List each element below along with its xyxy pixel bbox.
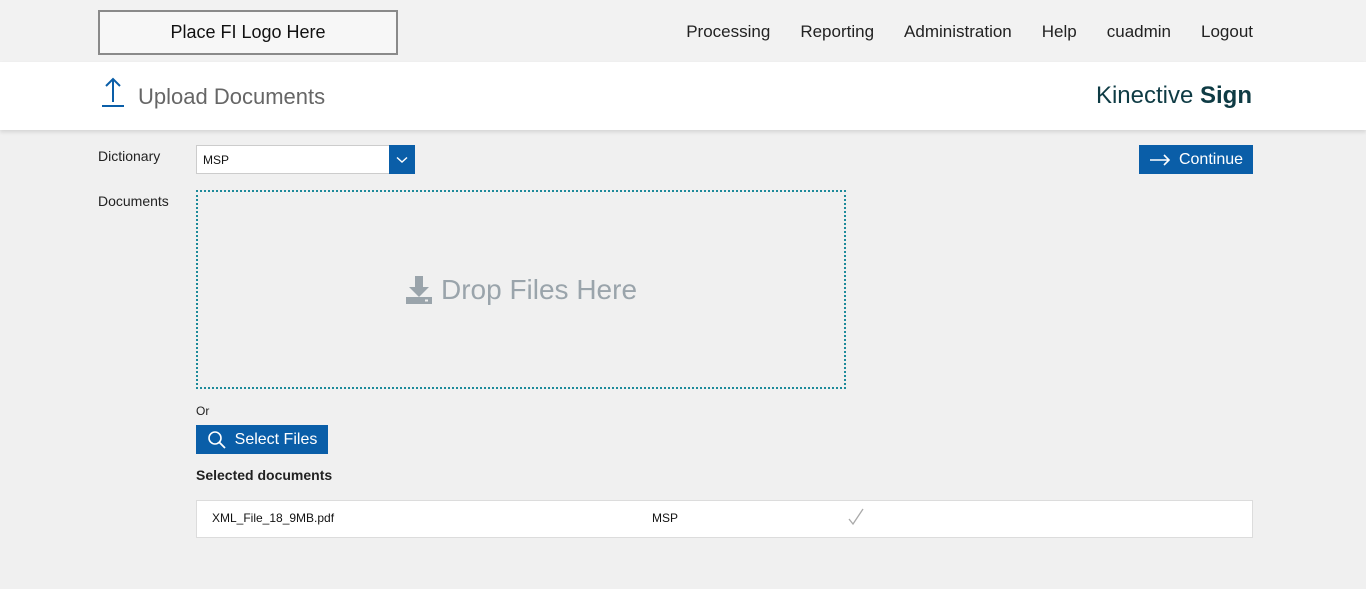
selected-documents-heading: Selected documents [196, 467, 333, 483]
document-dictionary: MSP [652, 511, 679, 525]
continue-button[interactable]: Continue [1139, 145, 1253, 174]
top-navigation-bar: Place FI Logo Here Processing Reporting … [0, 0, 1366, 62]
chevron-down-icon [396, 156, 408, 163]
select-files-button[interactable]: Select Files [196, 425, 328, 454]
drop-files-text: Drop Files Here [440, 273, 638, 305]
brand-name-bold: Sign [1200, 82, 1252, 109]
dictionary-select[interactable]: MSP [196, 145, 415, 174]
nav-user[interactable]: cuadmin [1107, 22, 1171, 42]
continue-label: Continue [1178, 150, 1244, 168]
dictionary-selected-value: MSP [203, 153, 230, 167]
logo-text: Place FI Logo Here [170, 22, 326, 42]
nav-logout[interactable]: Logout [1201, 22, 1253, 42]
nav-reporting[interactable]: Reporting [800, 22, 874, 42]
download-icon [405, 275, 432, 304]
brand-logo: Kinective Sign [1096, 82, 1252, 110]
nav-processing[interactable]: Processing [686, 22, 770, 42]
arrow-right-icon [1149, 153, 1171, 166]
upload-arrow-icon [102, 77, 124, 107]
page-header: Upload Documents Kinective Sign [0, 62, 1366, 130]
or-separator: Or [196, 404, 210, 418]
search-icon [207, 430, 226, 449]
nav-help[interactable]: Help [1042, 22, 1077, 42]
selected-documents-table: XML_File_18_9MB.pdf MSP [196, 500, 1253, 538]
dictionary-label: Dictionary [98, 148, 161, 164]
page-title: Upload Documents [138, 84, 326, 109]
checkmark-icon [848, 508, 864, 526]
main-nav: Processing Reporting Administration Help… [656, 22, 1253, 42]
file-dropzone[interactable]: Drop Files Here [196, 190, 846, 389]
documents-label: Documents [98, 193, 169, 209]
nav-administration[interactable]: Administration [904, 22, 1012, 42]
document-name: XML_File_18_9MB.pdf [212, 511, 335, 525]
dictionary-dropdown-button[interactable] [389, 145, 415, 174]
brand-name-light: Kinective [1095, 82, 1194, 109]
select-files-label: Select Files [234, 430, 318, 448]
fi-logo-placeholder: Place FI Logo Here [98, 10, 398, 55]
